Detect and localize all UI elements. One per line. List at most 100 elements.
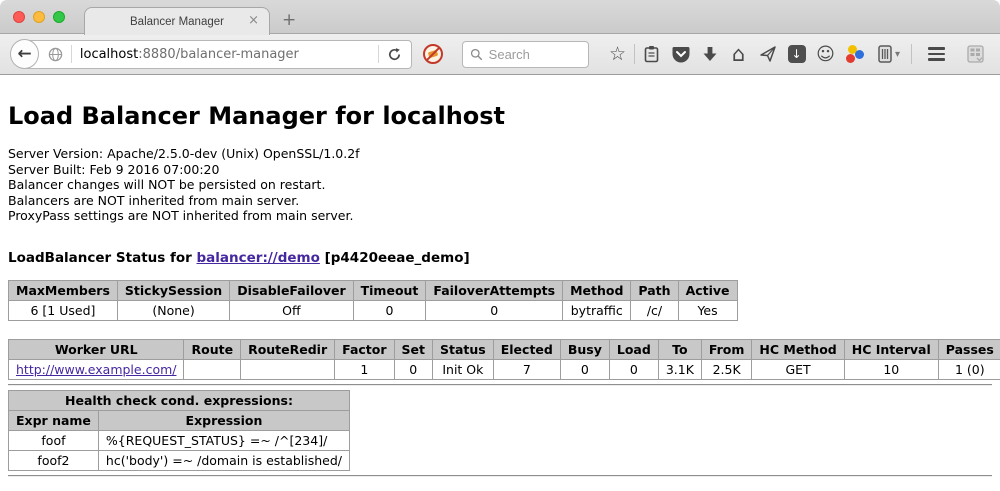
cell-elected: 7 — [493, 359, 560, 379]
col-path: Path — [631, 280, 678, 300]
back-button[interactable]: ← — [10, 39, 39, 69]
col-expression: Expression — [98, 410, 349, 430]
container-extension-icon[interactable]: ▾ — [869, 39, 909, 69]
browser-window: Balancer Manager × + ← localhost:8880/ba… — [0, 0, 1000, 491]
col-factor: Factor — [335, 339, 394, 359]
close-window-button[interactable] — [13, 11, 25, 23]
server-info: Server Version: Apache/2.5.0-dev (Unix) … — [8, 146, 992, 224]
navigation-toolbar: ← localhost:8880/balancer-manager ☆ — [0, 34, 1000, 75]
menu-hamburger-icon[interactable] — [922, 39, 951, 69]
globe-icon — [48, 47, 63, 62]
col-expr-name: Expr name — [9, 410, 99, 430]
col-stickysession: StickySession — [117, 280, 229, 300]
cell-set: 0 — [394, 359, 432, 379]
worker-data-row: http://www.example.com/ 1 0 Init Ok 7 0 … — [9, 359, 1000, 379]
video-download-icon[interactable]: ↓ — [782, 39, 811, 69]
col-maxmembers: MaxMembers — [9, 280, 118, 300]
col-load: Load — [609, 339, 658, 359]
cell-method: bytraffic — [563, 300, 631, 320]
worker-header-row: Worker URL Route RouteRedir Factor Set S… — [9, 339, 1000, 359]
heading-prefix: LoadBalancer Status for — [8, 250, 197, 266]
cell-route — [184, 359, 241, 379]
tab-close-icon[interactable]: × — [248, 14, 259, 28]
col-method: Method — [563, 280, 631, 300]
col-timeout: Timeout — [353, 280, 426, 300]
cell-failoverattempts: 0 — [426, 300, 563, 320]
cell-expression-1: %{REQUEST_STATUS} =~ /^[234]/ — [98, 430, 349, 450]
cell-path: /c/ — [631, 300, 678, 320]
toolbar-icons: ☆ ⌂ ↓ ☺ ▾ — [603, 39, 990, 69]
urlbar-divider — [71, 45, 72, 63]
col-elected: Elected — [493, 339, 560, 359]
search-icon — [470, 48, 483, 61]
col-active: Active — [678, 280, 737, 300]
page-content: Load Balancer Manager for localhost Serv… — [0, 102, 1000, 477]
balancer-demo-link[interactable]: balancer://demo — [197, 250, 320, 266]
cell-hc-method: GET — [752, 359, 844, 379]
home-icon[interactable]: ⌂ — [724, 39, 753, 69]
search-input[interactable] — [489, 47, 579, 62]
url-path: :8880/balancer-manager — [138, 47, 299, 62]
zoom-window-button[interactable] — [53, 11, 65, 23]
health-row-foof2: foof2 hc('body') =~ /domain is establish… — [9, 450, 350, 470]
col-busy: Busy — [560, 339, 609, 359]
flash-blocked-icon[interactable] — [422, 43, 444, 65]
cell-routeredir — [241, 359, 335, 379]
page-title: Load Balancer Manager for localhost — [8, 102, 992, 130]
clipboard-icon[interactable] — [637, 39, 666, 69]
toolbar-separator — [634, 44, 635, 64]
health-row-foof: foof %{REQUEST_STATUS} =~ /^[234]/ — [9, 430, 350, 450]
url-bar[interactable]: localhost:8880/balancer-manager — [23, 40, 412, 69]
cell-load: 0 — [609, 359, 658, 379]
col-hc-interval: HC Interval — [844, 339, 938, 359]
url-text[interactable]: localhost:8880/balancer-manager — [80, 47, 299, 62]
tab-title: Balancer Manager — [130, 16, 224, 28]
col-hc-method: HC Method — [752, 339, 844, 359]
cell-busy: 0 — [560, 359, 609, 379]
col-passes: Passes — [938, 339, 1000, 359]
balancer-status-table: MaxMembers StickySession DisableFailover… — [8, 280, 738, 321]
cell-timeout: 0 — [353, 300, 426, 320]
toolbar-separator2 — [911, 44, 912, 64]
cell-to: 3.1K — [658, 359, 701, 379]
server-version-line: Server Version: Apache/2.5.0-dev (Unix) … — [8, 146, 992, 162]
balancer-header-row: MaxMembers StickySession DisableFailover… — [9, 280, 738, 300]
cell-hc-interval: 10 — [844, 359, 938, 379]
cell-active: Yes — [678, 300, 737, 320]
notice-line-1: Balancer changes will NOT be persisted o… — [8, 177, 992, 193]
bookmark-star-icon[interactable]: ☆ — [603, 39, 632, 69]
cell-expr-name-2: foof2 — [9, 450, 99, 470]
new-tab-button[interactable]: + — [282, 10, 296, 30]
col-route: Route — [184, 339, 241, 359]
notice-line-3: ProxyPass settings are NOT inherited fro… — [8, 208, 992, 224]
col-from: From — [701, 339, 752, 359]
health-title-row: Health check cond. expressions: — [9, 390, 350, 410]
section-divider — [8, 384, 992, 386]
cell-from: 2.5K — [701, 359, 752, 379]
worker-url-link[interactable]: http://www.example.com/ — [16, 362, 176, 377]
loadbalancer-heading: LoadBalancer Status for balancer://demo … — [8, 250, 992, 266]
col-set: Set — [394, 339, 432, 359]
health-table-title: Health check cond. expressions: — [9, 390, 350, 410]
balancer-data-row: 6 [1 Used] (None) Off 0 0 bytraffic /c/ … — [9, 300, 738, 320]
grid-extension-icon[interactable] — [961, 39, 990, 69]
health-check-table: Health check cond. expressions: Expr nam… — [8, 390, 350, 471]
pocket-icon[interactable] — [666, 39, 695, 69]
cell-passes: 1 (0) — [938, 359, 1000, 379]
cell-factor: 1 — [335, 359, 394, 379]
colored-dots-extension-icon[interactable] — [840, 39, 869, 69]
cell-stickysession: (None) — [117, 300, 229, 320]
downloads-icon[interactable] — [695, 39, 724, 69]
minimize-window-button[interactable] — [33, 11, 45, 23]
reload-button[interactable] — [387, 47, 402, 62]
col-routeredir: RouteRedir — [241, 339, 335, 359]
search-bar[interactable] — [462, 41, 589, 68]
cell-expr-name-1: foof — [9, 430, 99, 450]
window-controls — [13, 11, 65, 23]
titlebar: Balancer Manager × + — [0, 0, 1000, 34]
cell-worker-url: http://www.example.com/ — [9, 359, 184, 379]
urlbar-divider2 — [378, 45, 379, 63]
feedback-smiley-icon[interactable]: ☺ — [811, 39, 840, 69]
send-plane-icon[interactable] — [753, 39, 782, 69]
tab-balancer-manager[interactable]: Balancer Manager × — [84, 7, 270, 35]
